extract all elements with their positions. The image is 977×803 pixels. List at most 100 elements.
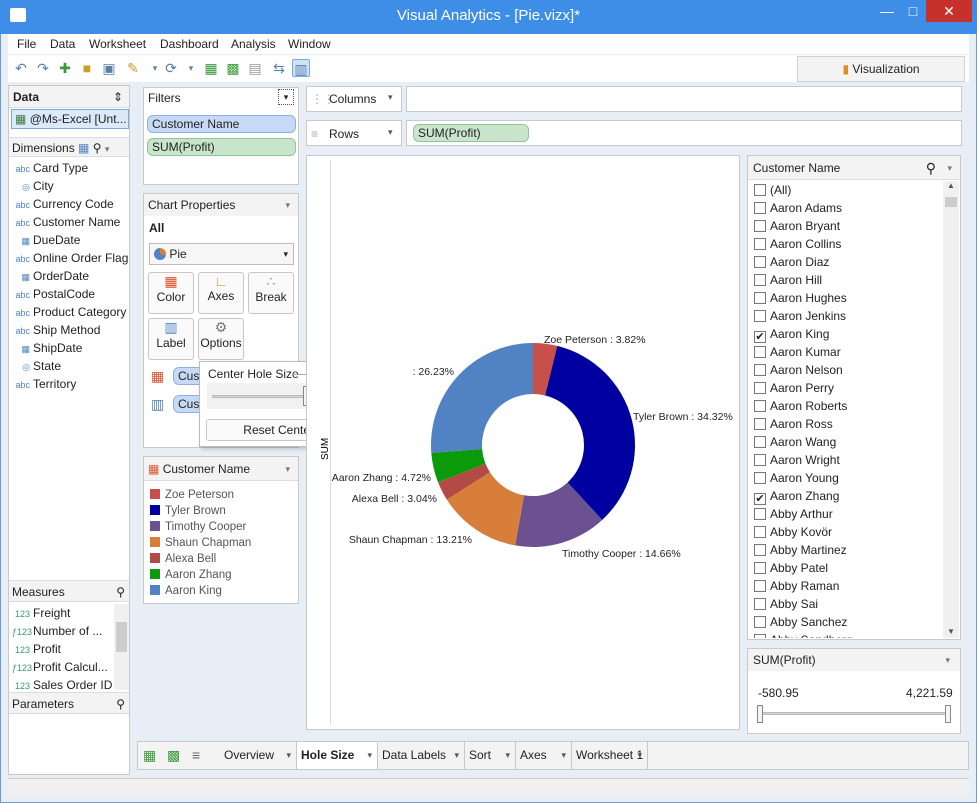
rows-pill-sum-profit[interactable]: SUM(Profit) (413, 124, 529, 142)
measure-item[interactable]: ƒ123Profit Calcul... (12, 658, 114, 676)
sheet-tab-hole-size[interactable]: Hole Size ▾ (297, 742, 378, 769)
columns-shelf[interactable] (406, 86, 962, 112)
break-button[interactable]: ∴ Break (248, 272, 294, 314)
add-chart-icon[interactable]: ▦ (202, 59, 220, 77)
checkbox[interactable] (754, 562, 766, 574)
chevron-down-icon[interactable]: ▾ (285, 457, 290, 481)
redo-icon[interactable]: ↷ (34, 59, 52, 77)
measures-scrollbar[interactable] (114, 604, 129, 690)
chevron-down-icon[interactable]: ▾ (945, 649, 950, 671)
dimension-item[interactable]: abc Currency Code (12, 195, 128, 213)
menu-file[interactable]: File (17, 37, 36, 51)
checkbox[interactable] (754, 526, 766, 538)
chevron-down-icon[interactable]: ▾ (388, 127, 393, 138)
save-icon[interactable]: ▣ (100, 59, 118, 77)
profit-range-max-handle[interactable] (945, 705, 951, 723)
chevron-down-icon[interactable]: ▾ (285, 194, 290, 216)
chevron-down-icon[interactable]: ▾ (105, 144, 110, 154)
checkbox[interactable] (754, 598, 766, 610)
customer-filter-item[interactable]: Aaron Perry (749, 379, 942, 397)
measure-item[interactable]: ƒ123Number of ... (12, 622, 114, 640)
chevron-down-icon[interactable]: ▾ (637, 742, 642, 769)
dimension-item[interactable]: abc Ship Method (12, 321, 128, 339)
customer-filter-item[interactable]: Abby Patel (749, 559, 942, 577)
table-icon[interactable]: ▦ (78, 141, 89, 155)
checkbox[interactable] (754, 382, 766, 394)
dimension-item[interactable]: abc Customer Name (12, 213, 128, 231)
customer-filter-item[interactable]: Aaron Wang (749, 433, 942, 451)
chevron-down-icon[interactable]: ▾ (182, 59, 200, 77)
dimension-item[interactable]: abc Online Order Flag (12, 249, 128, 267)
clear-icon[interactable]: ✎ (124, 59, 142, 77)
pie-slice-aaron-king[interactable] (431, 343, 533, 453)
measure-item[interactable]: 123 Profit (12, 640, 114, 658)
axes-button[interactable]: ∟ Axes (198, 272, 244, 314)
customer-filter-item[interactable]: Aaron Young (749, 469, 942, 487)
customer-filter-item[interactable]: Aaron Diaz (749, 253, 942, 271)
minimize-button[interactable]: — (874, 0, 900, 22)
checkbox[interactable] (754, 310, 766, 322)
customer-filter-item[interactable]: Abby Sai (749, 595, 942, 613)
chevron-down-icon[interactable]: ▾ (561, 742, 566, 769)
options-button[interactable]: ⚙ Options (198, 318, 244, 360)
legend-item[interactable]: Aaron Zhang (144, 567, 298, 583)
customer-filter-item[interactable]: Aaron Hughes (749, 289, 942, 307)
checkbox[interactable] (754, 508, 766, 520)
checkbox[interactable] (754, 364, 766, 376)
menu-data[interactable]: Data (50, 37, 75, 51)
legend-item[interactable]: Alexa Bell (144, 551, 298, 567)
customer-filter-item[interactable]: Aaron Collins (749, 235, 942, 253)
dimension-item[interactable]: abc Territory (12, 375, 128, 393)
dimension-item[interactable]: ◎ City (12, 177, 128, 195)
legend-item[interactable]: Timothy Cooper (144, 519, 298, 535)
customer-filter-item[interactable]: Abby Raman (749, 577, 942, 595)
menu-analysis[interactable]: Analysis (231, 37, 276, 51)
checkbox[interactable] (754, 256, 766, 268)
undo-icon[interactable]: ↶ (12, 59, 30, 77)
customer-filter-item[interactable]: Aaron Nelson (749, 361, 942, 379)
customer-filter-item[interactable]: Aaron Hill (749, 271, 942, 289)
legend-item[interactable]: Shaun Chapman (144, 535, 298, 551)
customer-filter-item[interactable]: Abby Kovör (749, 523, 942, 541)
checkbox[interactable] (754, 472, 766, 484)
search-icon[interactable]: ⚲ (926, 156, 936, 180)
checkbox[interactable] (754, 274, 766, 286)
legend-item[interactable]: Zoe Peterson (144, 487, 298, 503)
search-icon[interactable]: ⚲ (116, 581, 125, 603)
search-icon[interactable]: ⚲ (116, 693, 125, 715)
customer-filter-item[interactable]: Aaron Ross (749, 415, 942, 433)
checkbox[interactable]: ✔ (754, 331, 766, 343)
checkbox[interactable] (754, 292, 766, 304)
dimension-item[interactable]: ▦ OrderDate (12, 267, 128, 285)
sheet-tab-axes[interactable]: Axes ▾ (516, 742, 572, 769)
customer-filter-item[interactable]: Abby Arthur (749, 505, 942, 523)
sheet-tab-worksheet-1[interactable]: Worksheet 1 ▾ (572, 742, 648, 769)
filter-pill-sum-profit[interactable]: SUM(Profit) (147, 138, 296, 156)
checkbox[interactable] (754, 616, 766, 628)
legend-item[interactable]: Tyler Brown (144, 503, 298, 519)
customer-filter-item[interactable]: (All) (749, 181, 942, 199)
sheet-tab-sort[interactable]: Sort ▾ (465, 742, 516, 769)
color-button[interactable]: ▦ Color (148, 272, 194, 314)
dimension-item[interactable]: abc PostalCode (12, 285, 128, 303)
measure-item[interactable]: 123 Freight (12, 604, 114, 622)
checkbox[interactable] (754, 580, 766, 592)
data-source[interactable]: ▦ @Ms-Excel [Unt... (11, 109, 129, 129)
chart-type-select[interactable]: Pie ▾ (149, 243, 294, 265)
checkbox[interactable] (754, 346, 766, 358)
open-folder-icon[interactable]: ■ (78, 59, 96, 77)
sheet-tab-overview[interactable]: Overview ▾ (220, 742, 297, 769)
dimension-item[interactable]: abc Card Type (12, 159, 128, 177)
filter-pill-customer-name[interactable]: Customer Name (147, 115, 296, 133)
show-label-icon[interactable]: ▥ (292, 59, 310, 77)
visualization-tab[interactable]: ▮ Visualization (797, 56, 965, 82)
profit-range-min-handle[interactable] (757, 705, 763, 723)
dimension-item[interactable]: ◎ State (12, 357, 128, 375)
chevron-down-icon[interactable]: ▾ (454, 742, 459, 769)
sheet-list-icon[interactable]: ≡ (192, 747, 200, 763)
customer-filter-item[interactable]: Abby Sandberg (749, 631, 942, 638)
bar-chart-icon[interactable]: ▤ (246, 59, 264, 77)
label-button[interactable]: ▥ Label (148, 318, 194, 360)
chevron-down-icon[interactable]: ▾ (388, 92, 393, 103)
customer-filter-item[interactable]: Aaron Adams (749, 199, 942, 217)
